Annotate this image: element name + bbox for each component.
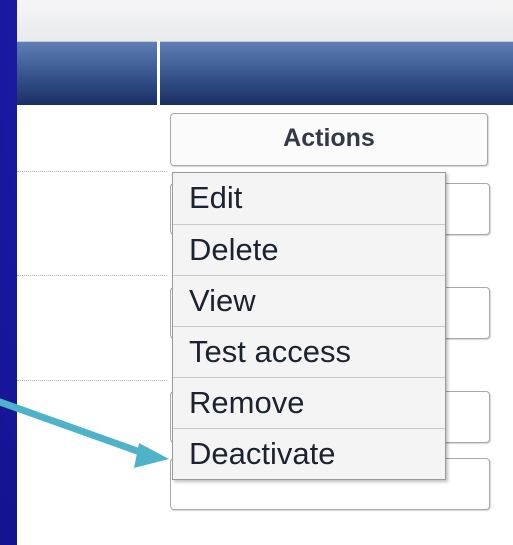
menu-item-edit[interactable]: Edit xyxy=(173,173,445,224)
actions-button[interactable]: Actions xyxy=(170,113,488,166)
actions-dropdown-menu: Edit Delete View Test access Remove Deac… xyxy=(172,172,446,480)
menu-item-test-access[interactable]: Test access xyxy=(173,326,445,377)
menu-item-remove[interactable]: Remove xyxy=(173,377,445,428)
row-separator xyxy=(17,171,167,172)
row-separator xyxy=(17,380,167,381)
menu-item-delete[interactable]: Delete xyxy=(173,224,445,275)
top-strip xyxy=(17,0,513,41)
menu-item-deactivate[interactable]: Deactivate xyxy=(173,428,445,479)
table-header-bar xyxy=(17,41,513,105)
row-separator xyxy=(17,275,167,276)
header-column-divider xyxy=(157,41,160,105)
menu-item-view[interactable]: View xyxy=(173,275,445,326)
screenshot-panel: Actions Edit Delete View Test access Rem… xyxy=(17,0,513,545)
